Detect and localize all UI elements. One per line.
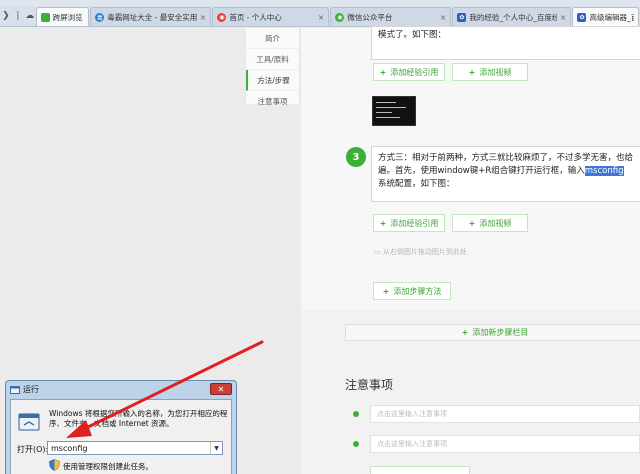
run-icon: [10, 385, 20, 394]
admin-privilege-text: 使用管理权限创建此任务。: [63, 462, 153, 471]
add-experience-ref-button[interactable]: + 添加经验引用: [373, 63, 445, 81]
run-dialog-body: Windows 将根据您所输入的名称，为您打开相应的程序、文件夹、文档或 Int…: [10, 399, 232, 474]
step-3-textbox[interactable]: 方式三：相对于前两种，方式三就比较麻烦了，不过多学无害，也给 遍。首先，使用wi…: [371, 146, 640, 202]
open-label: 打开(O):: [17, 445, 49, 454]
uac-shield-icon: [49, 459, 60, 471]
close-tab-icon[interactable]: ×: [440, 13, 447, 22]
article-side-nav: 简介 工具/原料 方法/步骤 注意事项: [246, 28, 300, 112]
add-step-column-button[interactable]: + 添加新步骤栏目: [345, 324, 640, 341]
cloud-icon[interactable]: ☁: [24, 6, 36, 26]
paw-icon: ✿: [457, 12, 467, 22]
note-input[interactable]: 点击这里输入注意事项: [370, 435, 640, 453]
run-command-input[interactable]: msconfig ▼: [47, 441, 223, 455]
duba-icon: 毒: [95, 12, 105, 22]
close-button[interactable]: ✕: [210, 383, 232, 395]
green-square-icon: [40, 12, 50, 22]
tab-my-experience[interactable]: ✿ 我的经验_个人中心_百度经验 ×: [452, 7, 572, 26]
image-icon: ▭: [374, 248, 383, 256]
add-video-button[interactable]: + 添加视频: [452, 214, 528, 232]
sidenav-item-intro[interactable]: 简介: [246, 28, 299, 49]
run-description: Windows 将根据您所输入的名称，为您打开相应的程序、文件夹、文档或 Int…: [49, 409, 228, 428]
add-experience-ref-button[interactable]: + 添加经验引用: [373, 214, 445, 232]
sidenav-item-steps[interactable]: 方法/步骤: [246, 70, 299, 91]
add-video-button[interactable]: + 添加视频: [452, 63, 528, 81]
add-step-method-button[interactable]: + 添加步骤方法: [373, 282, 451, 300]
baidu-icon: ◉: [217, 12, 227, 22]
upload-hint: ▭ 从右侧图片拖动图片到此处: [374, 248, 467, 256]
close-tab-icon[interactable]: ×: [318, 13, 325, 22]
sidenav-item-notes[interactable]: 注意事项: [246, 91, 299, 112]
notes-section-title: 注意事项: [345, 378, 394, 392]
tab-kuaping[interactable]: 跨屏浏览: [35, 7, 90, 26]
add-note-button[interactable]: [370, 466, 470, 474]
expand-sidebar-icon[interactable]: ❯: [0, 6, 12, 26]
step-number-badge: 3: [346, 147, 366, 167]
sidenav-item-tools[interactable]: 工具/原料: [246, 49, 299, 70]
screenshot-thumbnail[interactable]: [372, 96, 416, 126]
note-bullet: [353, 441, 359, 447]
tab-home[interactable]: ◉ 首页 - 个人中心 ×: [212, 7, 330, 26]
chevron-down-icon[interactable]: ▼: [210, 442, 222, 454]
step-2-textbox[interactable]: 模式了。如下图：: [371, 26, 640, 60]
wechat-icon: ◉: [335, 12, 345, 22]
run-program-icon: [18, 413, 40, 431]
browser-tab-bar: ❯ | ☁ 跨屏浏览 毒 毒霸网址大全 - 最安全实用的网 × ◉ 首页 - 个…: [0, 6, 640, 27]
tab-duba[interactable]: 毒 毒霸网址大全 - 最安全实用的网 ×: [90, 7, 212, 26]
collapse-icon[interactable]: |: [12, 6, 24, 26]
tab-wechat[interactable]: ◉ 微信公众平台 ×: [330, 7, 452, 26]
paw-icon: ✿: [577, 12, 587, 22]
note-bullet: [353, 411, 359, 417]
close-tab-icon[interactable]: ×: [200, 13, 207, 22]
run-dialog-titlebar[interactable]: 运行: [6, 381, 236, 398]
tab-advanced-editor[interactable]: ✿ 高级编辑器_百度: [572, 7, 639, 26]
close-tab-icon[interactable]: ×: [560, 13, 567, 22]
note-input[interactable]: 点击这里输入注意事项: [370, 405, 640, 423]
run-dialog: 运行 ✕ Windows 将根据您所输入的名称，为您打开相应的程序、文件夹、文档…: [5, 380, 237, 474]
